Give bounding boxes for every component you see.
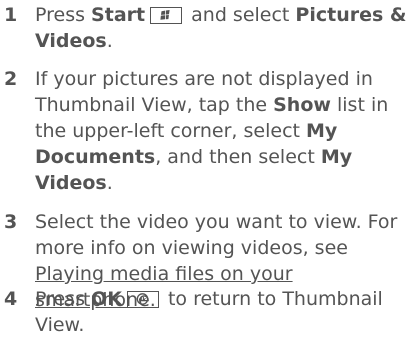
step-text-segment: Press	[35, 288, 92, 310]
step-text: Press Start and select Pictures & Videos…	[35, 2, 413, 54]
step-text-segment: , and then select	[155, 146, 321, 168]
ok-label: OK	[91, 288, 122, 310]
step-text-segment: Press	[35, 4, 92, 26]
step-number: 1	[4, 4, 18, 26]
step-text-segment: .	[106, 172, 113, 194]
step-text: If your pictures are not displayed in Th…	[35, 66, 413, 196]
step-text: Press OK ok to return to Thumbnail View.	[35, 286, 413, 338]
start-label: Start	[91, 4, 146, 26]
step-text-segment: and select	[185, 4, 296, 26]
ok-key-icon: ok	[126, 291, 159, 308]
step-number: 3	[4, 211, 18, 233]
step-number: 4	[4, 288, 18, 310]
svg-text:ok: ok	[139, 297, 147, 303]
step-text-segment: Select the video you want to view. For m…	[35, 211, 398, 259]
step-number: 2	[4, 68, 18, 90]
step-text-segment: .	[106, 30, 113, 52]
show-label: Show	[273, 94, 331, 116]
windows-start-key-icon	[150, 7, 183, 24]
